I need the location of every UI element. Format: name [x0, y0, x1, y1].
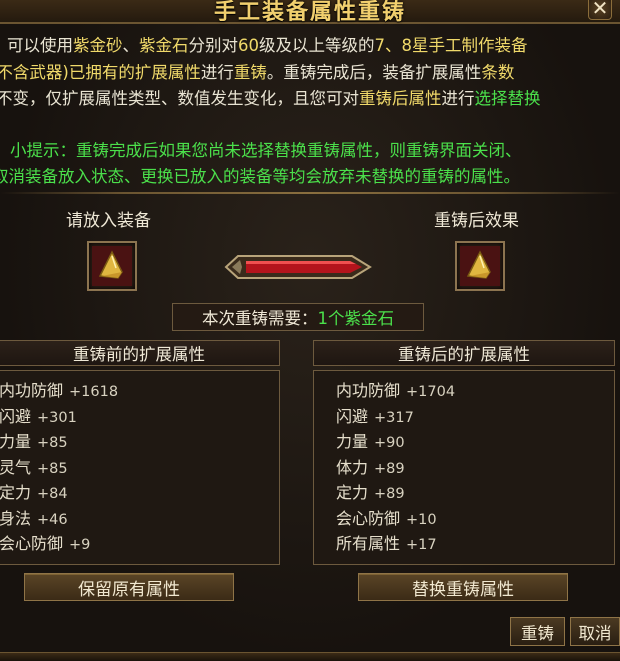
- attribute-value: +17: [406, 537, 437, 553]
- desc-count: 条数: [481, 62, 515, 82]
- attribute-value: +85: [37, 435, 68, 451]
- attribute-row: 定力 +89: [336, 479, 405, 503]
- description: 可以使用紫金砂、紫金石分别对60级及以上等级的7、8星手工制作装备 (不含武器)…: [0, 33, 620, 113]
- divider: [0, 192, 620, 194]
- tip: 小提示：重铸完成后如果您尚未选择替换重铸属性，则重铸界面关闭、 取消装备放入状态…: [0, 138, 620, 190]
- attribute-name: 力量: [336, 432, 369, 451]
- attribute-row: 体力 +89: [336, 454, 405, 478]
- desc-stars: 7、8: [374, 36, 413, 55]
- attribute-row: 闪避 +301: [0, 403, 77, 427]
- attribute-row: 会心防御 +10: [336, 505, 437, 529]
- desc-text: 进行: [441, 89, 475, 108]
- helmet-icon: [92, 246, 132, 286]
- attribute-name: 定力: [336, 483, 369, 502]
- attribute-row: 内功防御 +1704: [336, 377, 455, 401]
- replace-attributes-button[interactable]: 替换重铸属性: [358, 573, 568, 601]
- attribute-name: 内功防御: [0, 381, 64, 400]
- attribute-value: +1704: [406, 384, 456, 400]
- attribute-name: 内功防御: [336, 381, 401, 400]
- desc-text: 级及以上等级的: [259, 36, 375, 55]
- attribute-row: 内功防御 +1618: [0, 377, 118, 401]
- attribute-row: 力量 +90: [336, 428, 405, 452]
- desc-item-purple-sand: 紫金砂: [73, 36, 123, 55]
- requirement-box: 本次重铸需要： 1个紫金石: [172, 303, 424, 331]
- desc-star-label: 星: [412, 36, 429, 55]
- attribute-name: 闪避: [0, 406, 32, 426]
- desc-select-replace: 选择替换: [474, 89, 541, 108]
- attribute-value: +9: [69, 537, 91, 553]
- desc-after-attr: 重铸后属性: [359, 89, 442, 108]
- requirement-label: 本次重铸需要：: [202, 309, 318, 328]
- attribute-value: +10: [406, 511, 437, 528]
- attribute-row: 闪避 +317: [336, 403, 414, 427]
- desc-text: 、: [122, 36, 140, 55]
- desc-text: 分别对: [188, 36, 239, 55]
- attribute-row: 所有属性 +17: [336, 530, 437, 554]
- attribute-value: +89: [374, 460, 405, 477]
- attribute-row: 力量 +85: [0, 428, 68, 452]
- desc-text: 可以使用: [7, 36, 73, 55]
- attribute-value: +85: [37, 460, 68, 477]
- right-slot-label: 重铸后效果: [434, 211, 519, 231]
- attribute-value: +317: [374, 409, 414, 426]
- reforge-window: 手工装备属性重铸 ✕ 可以使用紫金砂、紫金石分别对60级及以上等级的7、8星手工…: [0, 0, 620, 661]
- attribute-row: 身法 +46: [0, 505, 68, 529]
- desc-item-purple-stone: 紫金石: [139, 36, 189, 55]
- desc-ext-attr: 扩展属性: [134, 62, 201, 82]
- desc-handmade: 手工制作装备: [428, 36, 528, 55]
- result-slot[interactable]: [455, 241, 505, 291]
- desc-reforge: 重铸: [233, 62, 267, 82]
- attribute-name: 定力: [0, 483, 32, 502]
- title-bar[interactable]: 手工装备属性重铸 ✕: [0, 0, 620, 25]
- attribute-row: 会心防御 +9: [0, 530, 90, 554]
- desc-text: 不变，仅扩展属性类型、数值发生变化，且您可对: [0, 89, 359, 108]
- attribute-name: 会心防御: [336, 508, 401, 528]
- equipment-slot[interactable]: [87, 241, 137, 291]
- before-panel: 内功防御 +1618 闪避 +301 力量 +85 灵气 +85 定力 +84 身法 +46 会心防御 +…: [0, 370, 280, 565]
- attribute-value: +84: [37, 486, 68, 502]
- before-header: 重铸前的扩展属性: [0, 340, 280, 366]
- desc-no-weapon: (不含武器)已拥有的: [0, 62, 135, 82]
- attribute-name: 会心防御: [0, 534, 64, 553]
- close-icon[interactable]: ✕: [588, 0, 612, 20]
- keep-original-button[interactable]: 保留原有属性: [24, 573, 234, 601]
- left-slot-label: 请放入装备: [66, 211, 151, 231]
- desc-text: 。重铸完成后，装备扩展属性: [266, 62, 482, 82]
- attribute-value: +46: [37, 511, 68, 528]
- after-header: 重铸后的扩展属性: [313, 340, 615, 366]
- attribute-row: 灵气 +85: [0, 454, 68, 478]
- attribute-name: 灵气: [0, 457, 32, 477]
- after-panel: 内功防御 +1704 闪避 +317 力量 +90 体力 +89 定力 +89 会心防御 +10 所有属…: [313, 370, 615, 565]
- attribute-value: +90: [374, 435, 405, 451]
- progress-arrow-icon: [224, 255, 372, 279]
- reforge-button[interactable]: 重铸: [510, 617, 565, 646]
- attribute-value: +301: [37, 409, 77, 426]
- requirement-value: 1个紫金石: [317, 309, 395, 328]
- helmet-icon: [460, 246, 500, 286]
- desc-level: 60: [238, 36, 259, 55]
- attribute-name: 闪避: [336, 406, 369, 426]
- attribute-name: 身法: [0, 508, 32, 528]
- desc-text: 进行: [200, 62, 234, 82]
- attribute-value: +1618: [69, 384, 119, 400]
- attribute-name: 力量: [0, 432, 32, 451]
- cancel-button[interactable]: 取消: [570, 617, 620, 646]
- window-title: 手工装备属性重铸: [213, 0, 406, 25]
- attribute-row: 定力 +84: [0, 479, 68, 503]
- attribute-name: 所有属性: [336, 534, 401, 553]
- attribute-value: +89: [374, 486, 405, 502]
- tip-line-2: 取消装备放入状态、更换已放入的装备等均会放弃未替换的重铸的属性。: [0, 167, 520, 186]
- tip-line-1: 小提示：重铸完成后如果您尚未选择替换重铸属性，则重铸界面关闭、: [10, 141, 522, 160]
- attribute-name: 体力: [336, 457, 369, 477]
